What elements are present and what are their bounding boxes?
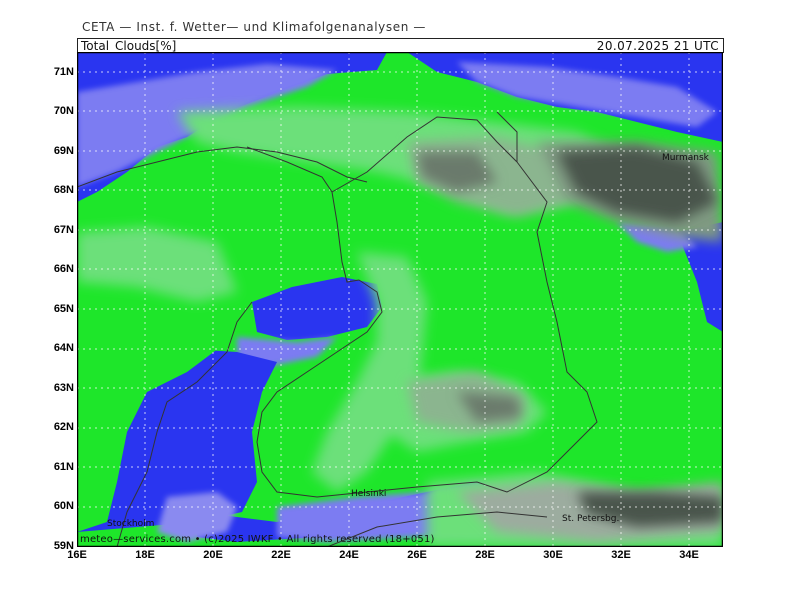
lat-label: 66N — [53, 263, 74, 275]
city-st-petersburg: St. Petersbg. — [562, 514, 619, 524]
lat-label: 64N — [53, 342, 74, 354]
lat-label: 63N — [53, 382, 74, 394]
lon-label: 18E — [135, 549, 155, 561]
copyright-credit: meteo—services.com • (c)2025 IWKF • All … — [80, 534, 435, 545]
lon-label: 24E — [339, 549, 359, 561]
lon-label: 34E — [679, 549, 699, 561]
lon-label: 30E — [543, 549, 563, 561]
cloud-map: Murmansk Helsinki Stockholm St. Petersbg… — [77, 52, 723, 547]
city-murmansk: Murmansk — [662, 153, 710, 163]
parameter-label: Total_Clouds[%] — [81, 39, 177, 53]
lon-label: 26E — [407, 549, 427, 561]
lat-label: 65N — [53, 303, 74, 315]
lat-label: 70N — [53, 105, 74, 117]
lon-label: 20E — [203, 549, 223, 561]
title-bar: Total_Clouds[%] 20.07.2025 21 UTC — [77, 38, 724, 53]
city-stockholm: Stockholm — [107, 519, 154, 529]
lat-label: 71N — [53, 66, 74, 78]
lon-label: 22E — [271, 549, 291, 561]
institute-title: CETA — Inst. f. Wetter— und Klimafolgena… — [82, 20, 426, 34]
lat-label: 62N — [53, 421, 74, 433]
city-helsinki: Helsinki — [351, 489, 386, 499]
lat-label: 68N — [53, 184, 74, 196]
lat-label: 67N — [53, 224, 74, 236]
lat-label: 60N — [53, 500, 74, 512]
lon-label: 32E — [611, 549, 631, 561]
lon-label: 16E — [67, 549, 87, 561]
lat-label: 69N — [53, 145, 74, 157]
lat-label: 61N — [53, 461, 74, 473]
map-canvas: Murmansk Helsinki Stockholm St. Petersbg… — [77, 52, 723, 547]
forecast-datetime: 20.07.2025 21 UTC — [596, 39, 719, 53]
lon-label: 28E — [475, 549, 495, 561]
